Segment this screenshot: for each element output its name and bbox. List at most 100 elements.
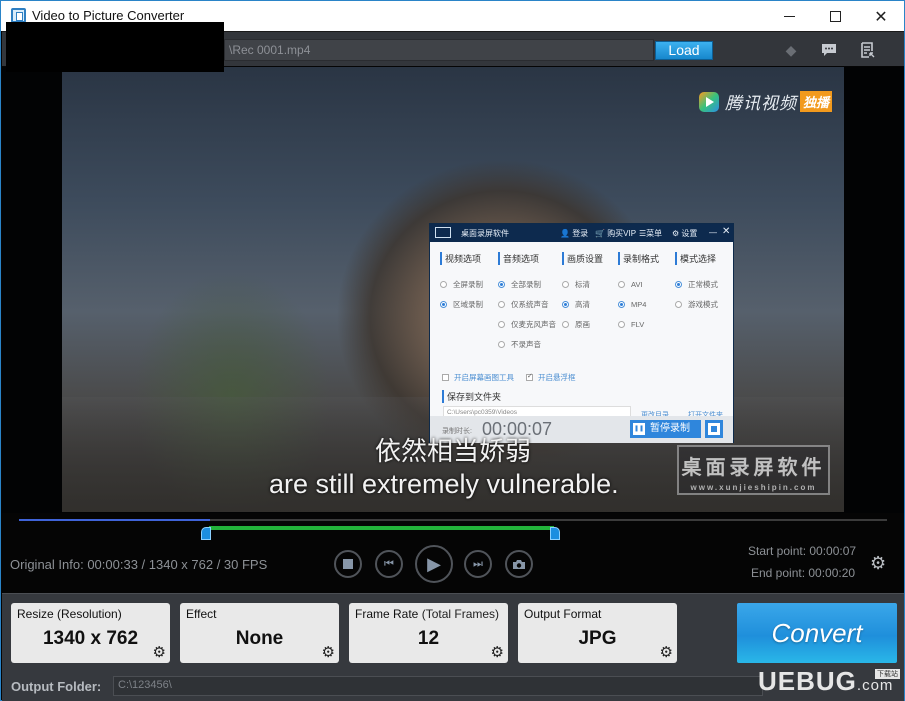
video-path-input[interactable]: \Rec 0001.mp4 xyxy=(224,39,654,61)
start-point: Start point: 00:00:07 xyxy=(748,544,857,558)
subtitle-chinese: 依然相当娇弱 xyxy=(375,436,532,466)
radio-selected-icon xyxy=(618,300,625,308)
snapshot-button[interactable] xyxy=(505,550,533,578)
recorder-buy-vip-label: 购买VIP xyxy=(607,229,637,238)
app-icon xyxy=(11,8,26,23)
save-folder-header: 保存到文件夹 xyxy=(442,390,501,403)
output-format-label: Output Format xyxy=(524,607,602,621)
window-title: Video to Picture Converter xyxy=(32,8,185,23)
original-info: Original Info: 00:00:33 / 1340 x 762 / 3… xyxy=(10,557,268,572)
app-window: Video to Picture Converter ✕ \Rec 0001.m… xyxy=(0,0,905,701)
recorder-header: 桌面录屏软件 👤 登录 🛒 购买VIP ☰菜单 ⚙ 设置 — ✕ xyxy=(430,224,733,242)
frame-rate-label-main: Frame Rate xyxy=(355,607,419,621)
output-format-value: JPG xyxy=(578,628,617,649)
close-button[interactable]: ✕ xyxy=(858,1,904,31)
radio-option[interactable]: 仅系统声音 xyxy=(498,294,568,314)
option-label: AVI xyxy=(631,279,643,289)
draw-tool-label[interactable]: 开启屏幕画图工具 xyxy=(454,372,514,383)
chat-icon[interactable] xyxy=(819,40,839,60)
tencent-play-icon xyxy=(699,91,719,112)
radio-option[interactable]: FLV xyxy=(618,314,688,334)
output-format-card[interactable]: Output Format JPG ⚙ xyxy=(518,603,677,663)
radio-icon xyxy=(675,300,682,308)
frame-rate-label-sub: (Total Frames) xyxy=(418,607,500,621)
maximize-button[interactable] xyxy=(812,1,858,31)
resize-card[interactable]: Resize (Resolution) 1340 x 762 ⚙ xyxy=(11,603,170,663)
output-folder-input[interactable]: C:\123456\ xyxy=(113,676,763,696)
end-handle[interactable] xyxy=(550,527,560,540)
radio-icon xyxy=(618,320,625,328)
timeline-track[interactable] xyxy=(19,519,887,521)
effect-gear-icon[interactable]: ⚙ xyxy=(322,643,335,661)
column-header: 音频选项 xyxy=(498,252,568,265)
radio-icon xyxy=(498,320,505,328)
uebug-watermark: UEBUG.com xyxy=(758,666,893,697)
radio-option[interactable]: 游戏模式 xyxy=(675,294,745,314)
minimize-button[interactable] xyxy=(766,1,812,31)
resize-value: 1340 x 762 xyxy=(42,628,139,649)
recorder-col-mode: 模式选择 正常模式 游戏模式 xyxy=(675,252,745,314)
recorder-close-icon[interactable]: ✕ xyxy=(722,226,730,237)
effect-label: Effect xyxy=(186,607,217,621)
skip-back-icon: ⏮ xyxy=(384,557,394,570)
play-button[interactable]: ▶ xyxy=(415,545,453,583)
float-window-label[interactable]: 开启悬浮框 xyxy=(538,372,576,383)
stop-record-button[interactable] xyxy=(705,420,723,438)
minimize-icon xyxy=(783,15,795,17)
timeline-progress xyxy=(19,519,210,521)
option-label: MP4 xyxy=(631,299,647,309)
previous-button[interactable]: ⏮ xyxy=(375,550,403,578)
pause-record-button[interactable]: 暂停录制 xyxy=(630,420,701,438)
recorder-menu[interactable]: ☰菜单 xyxy=(639,228,662,239)
maximize-icon xyxy=(829,10,841,22)
radio-option[interactable]: 正常模式 xyxy=(675,274,745,294)
camera-icon xyxy=(513,559,525,569)
next-button[interactable]: ⏭ xyxy=(464,550,492,578)
recorder-title: 桌面录屏软件 xyxy=(461,229,509,238)
checkbox-float-window[interactable] xyxy=(526,372,533,381)
start-handle[interactable] xyxy=(201,527,211,540)
effect-card[interactable]: Effect None ⚙ xyxy=(180,603,339,663)
resize-label: Resize (Resolution) xyxy=(17,607,122,621)
stop-button[interactable] xyxy=(334,550,362,578)
option-label: 全部录制 xyxy=(511,279,541,289)
radio-selected-icon xyxy=(562,300,569,308)
tencent-logo-badge: 独播 xyxy=(800,91,833,112)
recorder-buy-vip[interactable]: 🛒 购买VIP xyxy=(595,228,636,239)
checkbox-draw-tool[interactable] xyxy=(442,374,449,381)
video-frame[interactable]: 腾讯视频 独播 桌面录屏软件 👤 登录 🛒 购买VIP ☰菜单 ⚙ 设置 — ✕… xyxy=(62,67,844,512)
recorder-col-audio: 音频选项 全部录制 仅系统声音 仅麦克风声音 不录声音 xyxy=(498,252,568,354)
radio-icon xyxy=(498,340,505,348)
convert-button[interactable]: Convert xyxy=(737,603,897,663)
option-label: 高清 xyxy=(575,299,590,309)
recorder-settings-label: 设置 xyxy=(681,229,698,238)
selection-range-bar xyxy=(209,526,554,530)
stop-icon xyxy=(343,559,353,569)
radio-option[interactable]: 不录声音 xyxy=(498,334,568,354)
option-label: 仅系统声音 xyxy=(511,299,549,309)
radio-icon xyxy=(440,280,447,288)
close-icon: ✕ xyxy=(874,6,888,26)
timeline-settings-gear-icon[interactable]: ⚙ xyxy=(870,553,886,574)
radio-selected-icon xyxy=(498,280,505,288)
output-format-gear-icon[interactable]: ⚙ xyxy=(660,643,673,661)
radio-selected-icon xyxy=(440,300,447,308)
recorder-body: 视频选项 全屏录制 区域录制 音频选项 全部录制 仅系统声音 仅麦克风声音 不录… xyxy=(430,242,733,420)
radio-option[interactable]: 仅麦克风声音 xyxy=(498,314,568,334)
option-label: 原画 xyxy=(575,319,590,329)
pause-record-label: 暂停录制 xyxy=(650,423,690,434)
recorder-settings[interactable]: ⚙ 设置 xyxy=(672,228,697,239)
frame-rate-gear-icon[interactable]: ⚙ xyxy=(491,643,504,661)
option-label: 游戏模式 xyxy=(688,299,718,309)
tag-icon[interactable]: ◆ xyxy=(781,40,801,60)
load-button[interactable]: Load xyxy=(655,41,713,60)
radio-option[interactable]: 全部录制 xyxy=(498,274,568,294)
column-header: 模式选择 xyxy=(675,252,745,265)
recorder-minimize-icon[interactable]: — xyxy=(709,228,717,237)
resize-gear-icon[interactable]: ⚙ xyxy=(153,643,166,661)
frame-rate-card[interactable]: Frame Rate (Total Frames) 12 ⚙ xyxy=(349,603,508,663)
list-icon[interactable] xyxy=(858,40,878,60)
recorder-login[interactable]: 👤 登录 xyxy=(560,228,588,239)
watermark-url: www.xunjieshipin.com xyxy=(690,483,817,492)
recorder-dialog: 桌面录屏软件 👤 登录 🛒 购买VIP ☰菜单 ⚙ 设置 — ✕ 视频选项 全屏… xyxy=(429,223,734,443)
